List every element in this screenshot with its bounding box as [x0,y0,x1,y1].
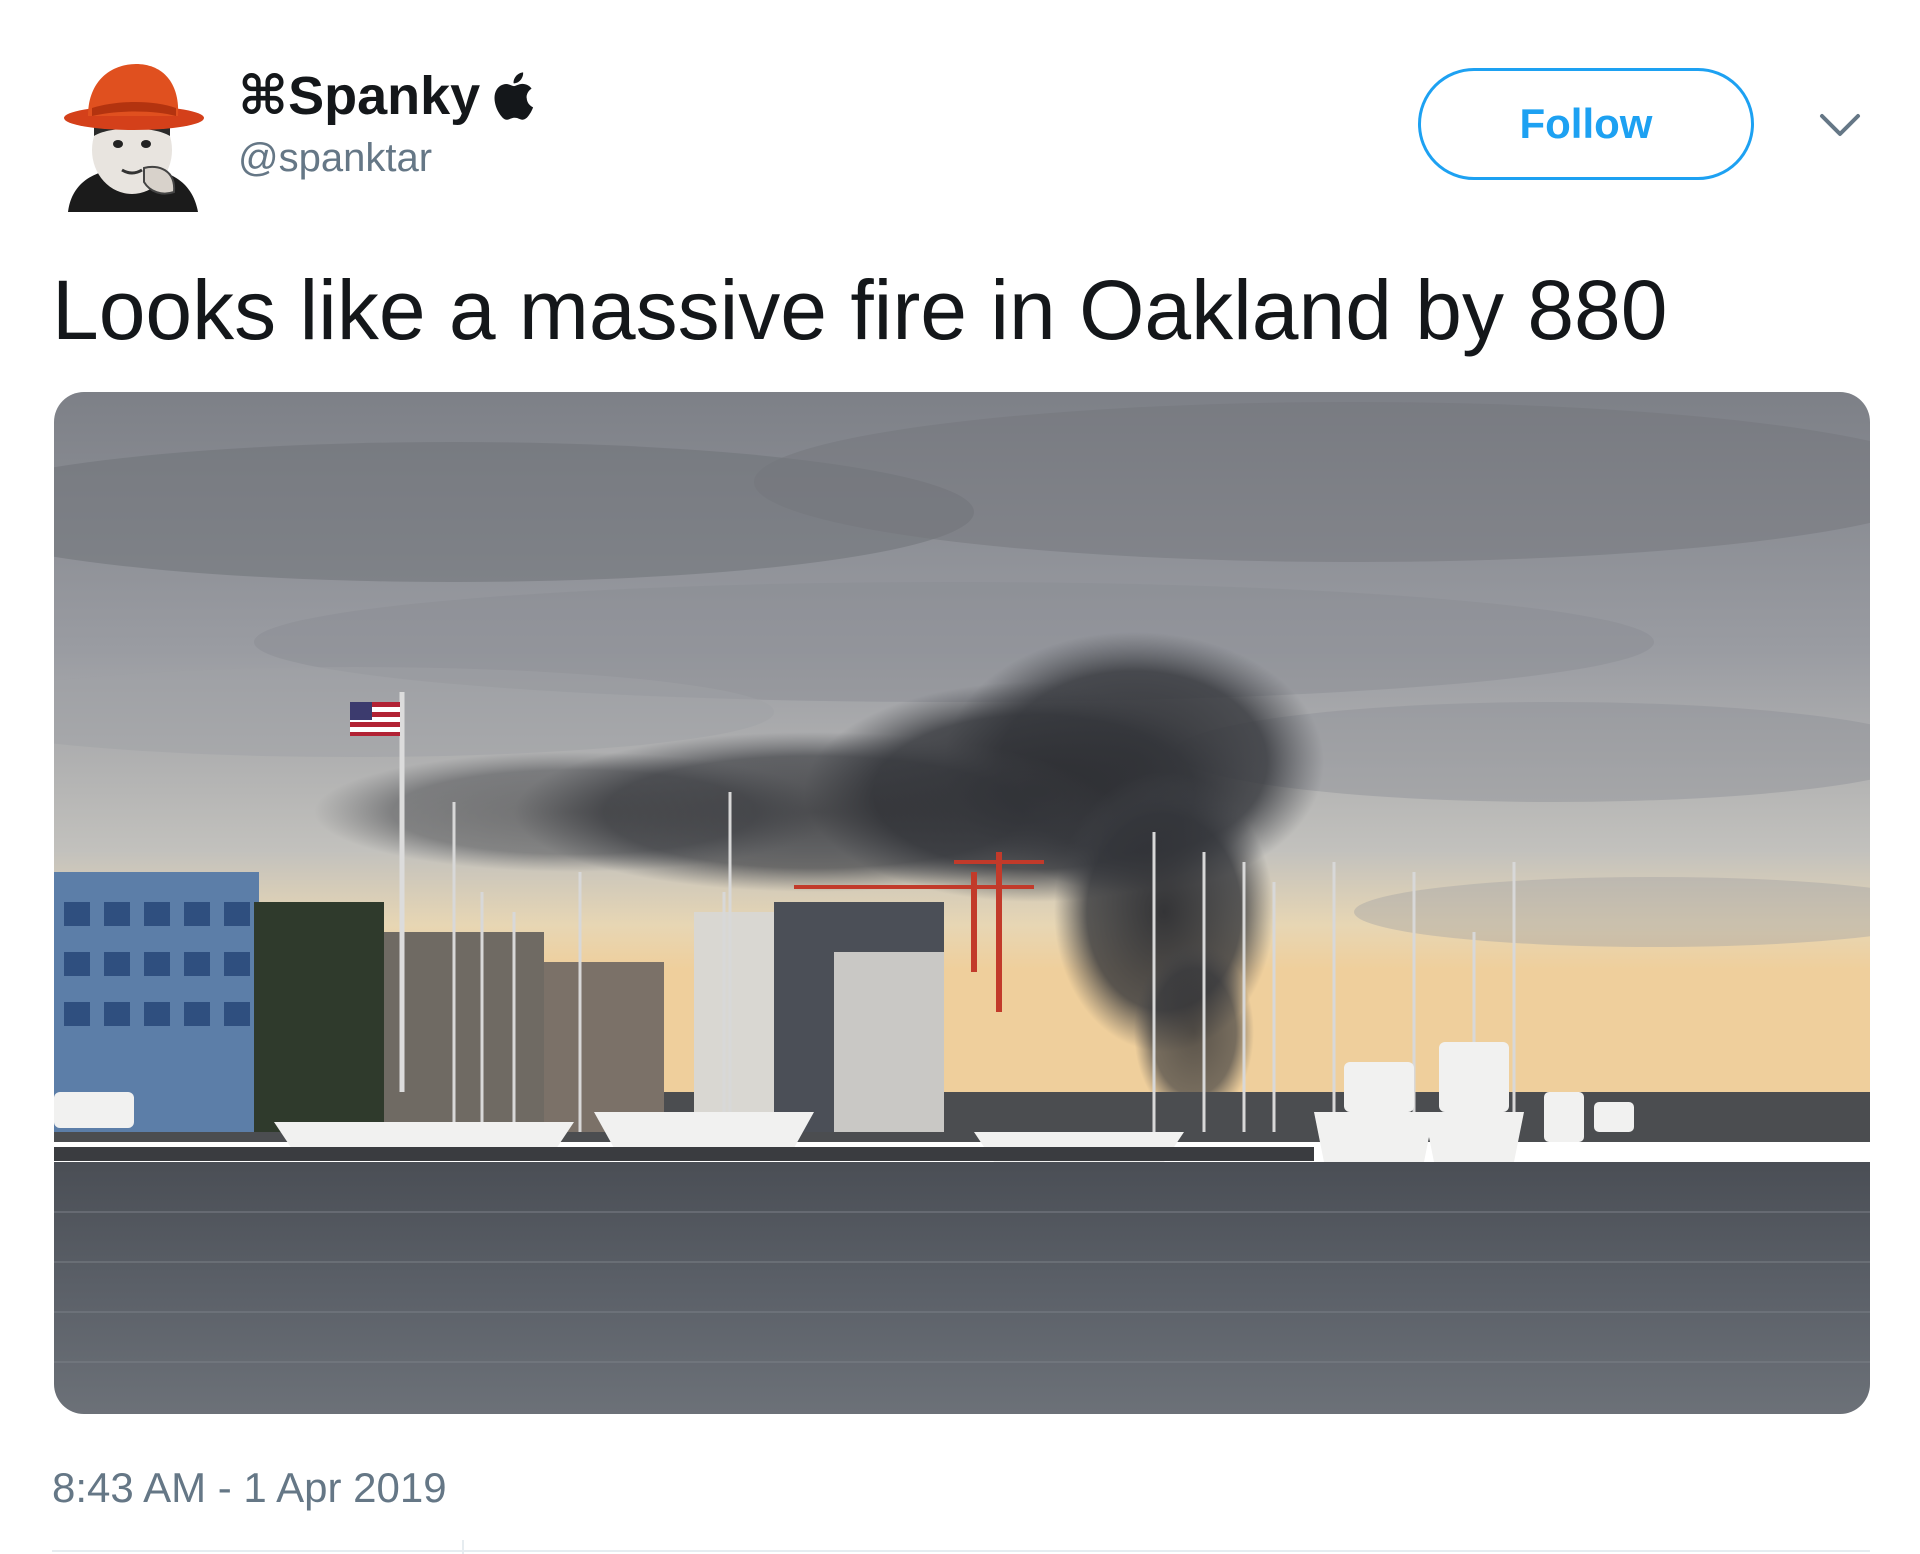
user-info[interactable]: ⌘ Spanky @spanktar [238,64,534,184]
tweet-text: Looks like a massive fire in Oakland by … [52,263,1668,357]
divider-tick [462,1540,464,1554]
photo-harbor-smoke [54,392,1870,1414]
chevron-down-icon[interactable] [1818,110,1862,140]
display-name[interactable]: ⌘ Spanky [238,64,534,128]
user-handle[interactable]: @spanktar [238,132,534,184]
tweet-photo[interactable] [54,392,1870,1414]
tweet-card: ⌘ Spanky @spanktar Follow Looks like a ma… [0,0,1920,1554]
divider [52,1550,1870,1552]
avatar-image [64,64,204,212]
display-name-text: Spanky [288,66,481,126]
avatar[interactable] [58,52,206,212]
apple-logo-icon [492,71,534,121]
tweet-timestamp[interactable]: 8:43 AM - 1 Apr 2019 [52,1462,447,1514]
display-name-prefix: ⌘ [238,66,289,126]
follow-button[interactable]: Follow [1418,68,1754,180]
